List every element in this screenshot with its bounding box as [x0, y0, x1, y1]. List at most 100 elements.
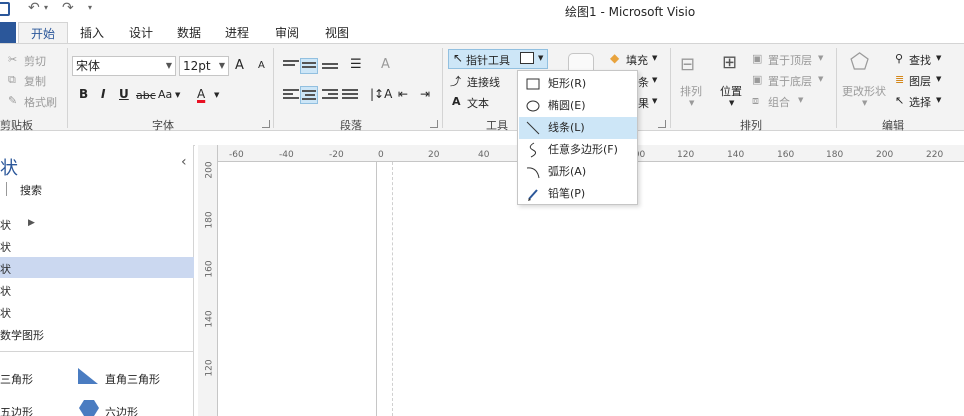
chevron-down-icon[interactable]: ▼ — [936, 96, 941, 104]
bring-front-icon[interactable]: ▣ — [752, 52, 762, 65]
format-painter-icon[interactable]: ✎ — [8, 94, 17, 107]
undo-dropdown-icon[interactable]: ▾ — [44, 3, 48, 12]
layers-icon[interactable]: ≣ — [895, 73, 904, 86]
menu-item-pencil[interactable]: 铅笔(P) — [519, 183, 637, 205]
menu-item-freeform[interactable]: 任意多边形(F) — [519, 139, 637, 161]
change-shape-button[interactable]: 更改形状 — [842, 83, 886, 99]
tab-home[interactable]: 开始 — [18, 22, 68, 44]
shape-triangle-label[interactable]: 三角形 — [0, 371, 33, 387]
chevron-down-icon[interactable]: ▼ — [538, 54, 543, 62]
select-icon[interactable]: ↖ — [895, 94, 904, 107]
group-button[interactable]: 组合 — [768, 94, 790, 110]
chevron-down-icon[interactable]: ▼ — [729, 99, 734, 107]
cut-button[interactable]: 剪切 — [24, 53, 46, 69]
tab-review[interactable]: 审阅 — [264, 22, 310, 44]
group-icon[interactable]: ⧈ — [752, 94, 759, 108]
shapes-search-tab[interactable]: 搜索 — [20, 182, 42, 198]
bold-button[interactable]: B — [79, 87, 88, 101]
copy-button[interactable]: 复制 — [24, 73, 46, 89]
underline-button[interactable]: U — [119, 87, 129, 101]
vertical-ruler[interactable]: 200 180 160 140 120 — [198, 145, 218, 416]
stencil-item[interactable]: 数学图形 — [0, 327, 44, 343]
right-triangle-icon[interactable] — [76, 366, 100, 386]
find-icon[interactable]: ⚲ — [895, 52, 903, 65]
font-dialog-launcher-icon[interactable] — [262, 120, 270, 128]
italic-button[interactable]: I — [101, 87, 105, 101]
file-tab[interactable] — [0, 22, 16, 44]
menu-item-line[interactable]: 线条(L) — [519, 117, 637, 139]
chevron-down-icon[interactable]: ▼ — [214, 91, 219, 99]
tab-insert[interactable]: 插入 — [70, 22, 114, 44]
shape-hexagon-label[interactable]: 六边形 — [105, 404, 138, 416]
chevron-down-icon[interactable]: ▼ — [652, 97, 657, 105]
paragraph-dialog-launcher-icon[interactable] — [430, 120, 438, 128]
change-case-button[interactable]: Aa — [158, 88, 172, 101]
tab-view[interactable]: 视图 — [314, 22, 360, 44]
stencil-item[interactable]: 状 — [0, 283, 11, 299]
redo-icon[interactable]: ↷ — [62, 0, 74, 16]
chevron-down-icon[interactable]: ▼ — [798, 96, 803, 104]
chevron-down-icon[interactable]: ▼ — [175, 91, 180, 99]
strikethrough-button[interactable]: abc — [136, 89, 156, 102]
align-left-icon[interactable] — [283, 89, 299, 101]
increase-indent-icon[interactable]: ⇥ — [420, 87, 430, 101]
align-center-icon[interactable] — [300, 86, 318, 104]
chevron-down-icon[interactable]: ▼ — [936, 54, 941, 62]
font-size-select[interactable]: 12pt ▼ — [179, 56, 229, 76]
menu-item-rectangle[interactable]: 矩形(R) — [519, 73, 637, 95]
align-bottom-icon[interactable] — [322, 63, 338, 75]
connector-button[interactable]: 连接线 — [467, 74, 500, 90]
chevron-down-icon[interactable]: ▼ — [652, 54, 657, 62]
grow-font-icon[interactable]: A — [235, 58, 244, 73]
connector-icon[interactable]: ⤴ — [450, 73, 461, 89]
shape-styles-dialog-launcher-icon[interactable] — [658, 120, 666, 128]
align-right-icon[interactable] — [322, 89, 338, 101]
stencil-item[interactable]: 状 — [0, 239, 11, 255]
change-shape-icon[interactable]: ⬠ — [850, 50, 869, 75]
chevron-down-icon[interactable]: ▼ — [652, 76, 657, 84]
rectangle-tool-icon[interactable] — [520, 52, 534, 64]
tab-design[interactable]: 设计 — [118, 22, 164, 44]
bring-front-button[interactable]: 置于顶层 — [768, 52, 812, 68]
effects-button[interactable]: 果 — [638, 95, 649, 111]
stencil-item-selected[interactable] — [0, 257, 194, 278]
send-back-icon[interactable]: ▣ — [752, 73, 762, 86]
layers-button[interactable]: 图层 — [909, 73, 931, 89]
hexagon-icon[interactable] — [78, 398, 100, 416]
shrink-font-icon[interactable]: A — [258, 60, 265, 71]
fill-button[interactable]: 填充 — [626, 52, 648, 68]
position-button[interactable]: 位置 — [720, 83, 742, 99]
stencil-item[interactable]: 状 — [0, 305, 11, 321]
paragraph-spacing-icon[interactable]: |↕A — [370, 87, 392, 101]
chevron-down-icon[interactable]: ▼ — [818, 75, 823, 83]
select-button[interactable]: 选择 — [909, 94, 931, 110]
auto-align-icon[interactable]: ⊟ — [680, 54, 695, 75]
cut-icon[interactable]: ✂ — [8, 53, 17, 66]
undo-icon[interactable]: ↶ — [28, 0, 40, 16]
chevron-down-icon[interactable]: ▼ — [936, 75, 941, 83]
text-direction-icon[interactable]: A — [381, 57, 390, 72]
tab-data[interactable]: 数据 — [166, 22, 212, 44]
font-color-button[interactable]: A — [197, 87, 205, 101]
stencil-item[interactable]: 状 — [0, 217, 11, 233]
expand-arrow-icon[interactable]: ▶ — [28, 218, 35, 228]
auto-align-button[interactable]: 排列 — [680, 83, 702, 99]
collapse-panel-icon[interactable]: ‹ — [181, 154, 187, 170]
position-icon[interactable]: ⊞ — [722, 52, 737, 73]
send-back-button[interactable]: 置于底层 — [768, 73, 812, 89]
chevron-down-icon[interactable]: ▼ — [862, 99, 867, 107]
font-family-select[interactable]: 宋体 ▼ — [72, 56, 176, 76]
copy-icon[interactable]: ⧉ — [8, 73, 16, 87]
text-tool-icon[interactable]: A — [452, 95, 461, 108]
bullets-icon[interactable]: ☰ — [350, 57, 362, 72]
tab-process[interactable]: 进程 — [214, 22, 260, 44]
justify-icon[interactable] — [342, 89, 358, 101]
shape-right-triangle-label[interactable]: 直角三角形 — [105, 371, 160, 387]
find-button[interactable]: 查找 — [909, 52, 931, 68]
format-painter-button[interactable]: 格式刷 — [24, 94, 57, 110]
align-top-icon[interactable] — [283, 60, 299, 72]
menu-item-ellipse[interactable]: 椭圆(E) — [519, 95, 637, 117]
menu-item-arc[interactable]: 弧形(A) — [519, 161, 637, 183]
visio-app-icon[interactable] — [0, 2, 10, 16]
text-tool-button[interactable]: 文本 — [467, 95, 489, 111]
